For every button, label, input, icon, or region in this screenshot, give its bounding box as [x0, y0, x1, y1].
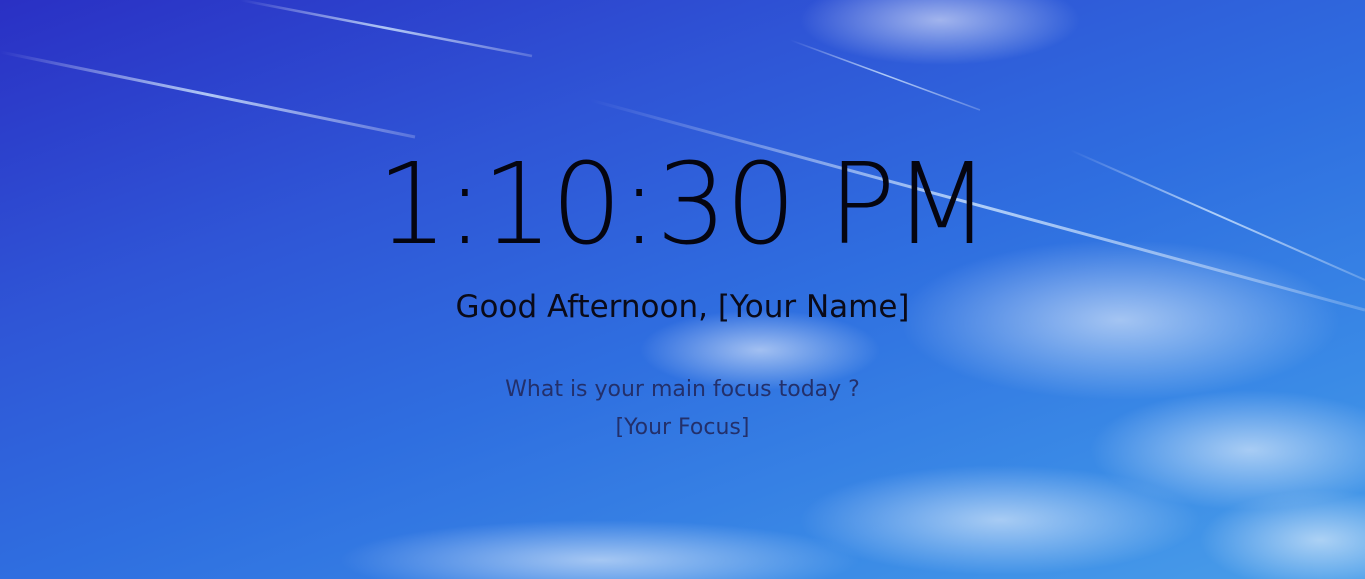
focus-input[interactable]: [Your Focus]: [612, 413, 754, 443]
momentum-dashboard: 1:10:30 PM Good Afternoon, [Your Name] W…: [0, 0, 1365, 579]
focus-question: What is your main focus today ?: [505, 377, 860, 402]
greeting-text[interactable]: Good Afternoon, [Your Name]: [0, 287, 1365, 327]
clock-time: 1:10:30 PM: [376, 140, 991, 270]
